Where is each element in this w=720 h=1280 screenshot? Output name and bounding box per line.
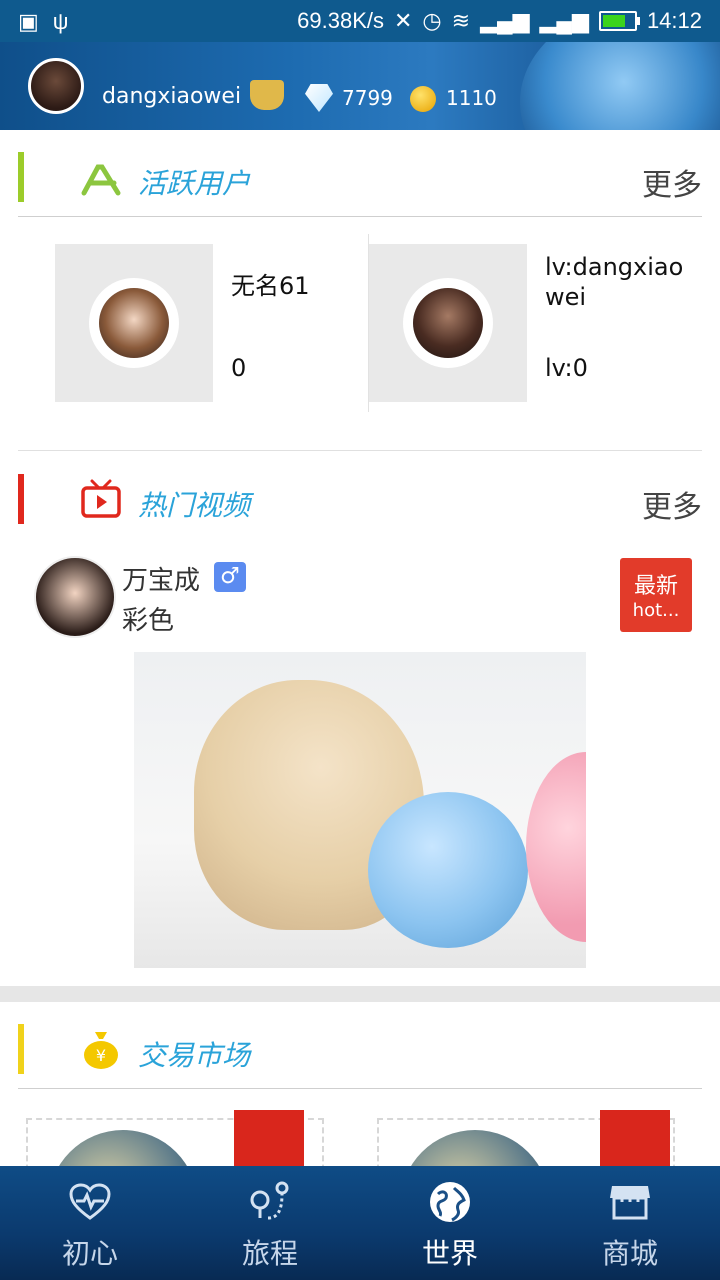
nav-label: 初心 <box>61 1237 118 1270</box>
pink-yarn-image <box>526 752 586 942</box>
route-icon <box>248 1180 292 1224</box>
usb-icon: ψ <box>52 9 69 34</box>
male-gender-icon: ♂ <box>214 562 246 592</box>
user-avatar <box>89 278 179 368</box>
heart-pulse-icon <box>68 1180 112 1224</box>
active-users-title: 活跃用户 <box>138 167 251 200</box>
signal-icon: ▂▄▆ <box>480 8 530 33</box>
user-name: lv:dangxiaowei <box>545 253 684 311</box>
wifi-icon: ≋ <box>451 8 471 33</box>
money-bag-icon: ¥ <box>80 1028 122 1070</box>
user-thumb <box>55 244 213 402</box>
user-name: 无名61 <box>231 272 310 300</box>
bottom-navigation: 初心 旅程 世界 商城 <box>0 1166 720 1280</box>
nav-label: 世界 <box>421 1237 478 1270</box>
profile-header: dangxiaowei 7799 1110 <box>0 42 720 130</box>
image-icon: ▣ <box>18 9 39 34</box>
market-title: 交易市场 <box>138 1039 251 1072</box>
alarm-icon: ◷ <box>422 8 442 33</box>
user-level: lv:0 <box>545 354 588 382</box>
hot-videos-title: 热门视频 <box>138 489 251 522</box>
section-accent-bar <box>18 474 24 524</box>
nav-item-shijie[interactable]: 世界 <box>360 1166 540 1280</box>
user-thumb <box>369 244 527 402</box>
video-subtitle: 彩色 <box>122 606 175 636</box>
hot-videos-more-link[interactable]: 更多 <box>642 482 702 526</box>
coin-icon <box>410 86 436 112</box>
new-hot-badge: 最新 hot... <box>620 558 692 632</box>
diamond-icon <box>305 84 333 112</box>
section-accent-bar <box>18 1024 24 1074</box>
user-avatar <box>403 278 493 368</box>
divider <box>18 450 702 451</box>
diamond-count: 7799 <box>342 86 393 110</box>
user-level: 0 <box>231 354 247 382</box>
nav-item-chuxin[interactable]: 初心 <box>0 1166 180 1280</box>
author-name[interactable]: 万宝成 <box>122 560 200 597</box>
video-thumbnail[interactable] <box>134 652 586 968</box>
nav-item-lvcheng[interactable]: 旅程 <box>180 1166 360 1280</box>
globe-icon <box>428 1180 472 1224</box>
signal-icon-2: ▂▄▆ <box>539 8 589 33</box>
user-card[interactable]: lv:dangxiaowei lv:0 <box>369 244 699 402</box>
active-users-more-link[interactable]: 更多 <box>642 160 702 204</box>
status-bar: ▣ ψ 69.38K/s ✕ ◷ ≋ ▂▄▆ ▂▄▆ 14:12 <box>0 0 720 42</box>
author-avatar[interactable] <box>34 556 116 638</box>
coin-count: 1110 <box>446 86 497 110</box>
divider <box>18 1088 702 1089</box>
user-card[interactable]: 无名61 0 <box>55 244 355 402</box>
app-store-icon <box>80 158 122 200</box>
user-avatar[interactable] <box>28 58 84 114</box>
battery-icon <box>598 11 640 31</box>
section-accent-bar <box>18 152 24 202</box>
svg-text:¥: ¥ <box>96 1046 106 1065</box>
nav-label: 旅程 <box>241 1237 298 1270</box>
nav-item-shangcheng[interactable]: 商城 <box>540 1166 720 1280</box>
badge-line2: hot... <box>632 600 680 621</box>
tv-play-icon <box>80 478 122 520</box>
section-gap <box>0 986 720 1002</box>
header-username[interactable]: dangxiaowei <box>102 84 241 109</box>
mute-icon: ✕ <box>393 8 413 33</box>
network-speed: 69.38K/s <box>297 8 384 33</box>
clock: 14:12 <box>646 8 702 33</box>
market-header: ¥ 交易市场 <box>0 1006 720 1094</box>
active-users-header: 活跃用户 更多 <box>0 134 720 222</box>
nav-label: 商城 <box>601 1237 658 1270</box>
store-icon <box>608 1180 652 1224</box>
divider <box>18 216 702 217</box>
badge-line1: 最新 <box>633 574 678 599</box>
hot-videos-header: 热门视频 更多 <box>0 456 720 544</box>
planet-background <box>520 42 720 130</box>
blue-yarn-image <box>368 792 528 948</box>
rank-badge-icon <box>250 80 284 110</box>
